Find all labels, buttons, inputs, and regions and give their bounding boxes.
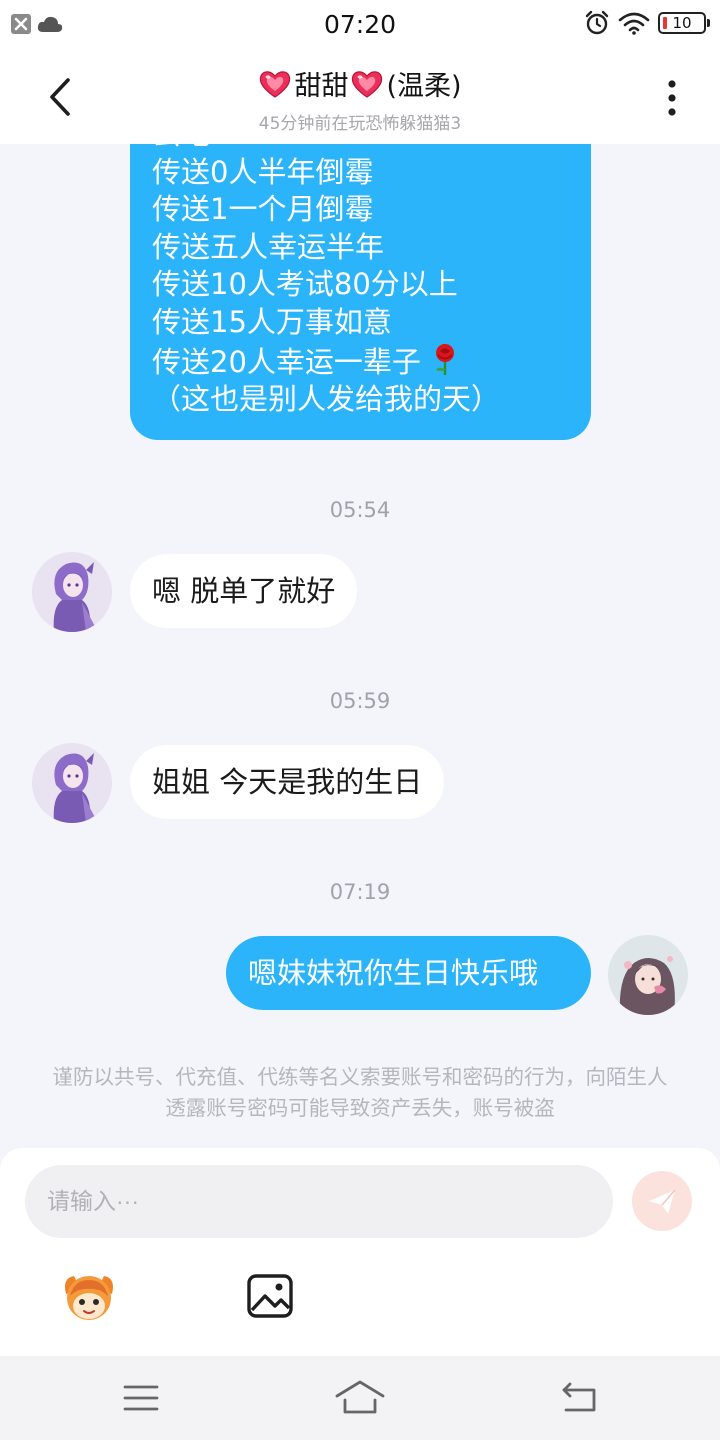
back-icon[interactable]: [554, 1376, 604, 1420]
back-button[interactable]: [40, 72, 84, 122]
security-notice: 谨防以共号、代充值、代练等名义索要账号和密码的行为，向陌生人透露账号密码可能导致…: [52, 1065, 668, 1120]
message-bubble-incoming[interactable]: 姐姐 今天是我的生日: [130, 745, 445, 819]
chat-title-suffix: (温柔): [386, 71, 462, 102]
menu-icon[interactable]: [116, 1376, 166, 1420]
battery-icon: 10: [658, 12, 710, 34]
message-text: 姐姐 今天是我的生日: [152, 765, 423, 799]
message-line: 传送20人幸运一辈子: [152, 344, 421, 379]
girl-photo-avatar-icon: [608, 935, 688, 1015]
anime-girl-avatar-icon: [32, 743, 112, 823]
home-icon[interactable]: [335, 1376, 385, 1420]
rose-emoji-icon: [436, 343, 455, 375]
heart-emoji-icon: [260, 70, 291, 98]
anime-girl-avatar-icon: [32, 552, 112, 632]
message-line: 传送五人幸运半年: [152, 229, 385, 264]
message-timestamp: 05:59: [329, 689, 391, 713]
message-bubble-outgoing[interactable]: 嗯妹妹祝你生日快乐哦: [226, 936, 591, 1010]
paper-plane-icon: [649, 1189, 676, 1214]
status-right-icons: 10: [584, 10, 710, 36]
message-text: 嗯 脱单了就好: [152, 574, 336, 608]
image-icon: [247, 1274, 293, 1318]
message-timestamp: 05:54: [329, 498, 391, 522]
image-picker-button[interactable]: [242, 1268, 300, 1326]
message-line: （这也是别人发给我的天）: [152, 382, 501, 417]
contact-avatar[interactable]: [32, 743, 112, 823]
more-options-button[interactable]: [652, 74, 692, 122]
chat-messages[interactable]: 云吧 传送0人半年倒霉 传送1一个月倒霉 传送五人幸运半年 传送10人考试80分…: [0, 144, 720, 1148]
chat-subtitle: 45分钟前在玩恐怖躲猫猫3: [258, 114, 462, 134]
system-nav-bar: [0, 1356, 720, 1440]
message-line-with-emoji: 传送20人幸运一辈子: [152, 342, 591, 382]
message-line: 传送1一个月倒霉: [152, 192, 374, 227]
message-composer: [0, 1148, 720, 1356]
game-mascot-button[interactable]: [60, 1268, 118, 1326]
contact-avatar[interactable]: [32, 552, 112, 632]
message-line: 传送10人考试80分以上: [152, 267, 458, 302]
message-line: 传送0人半年倒霉: [152, 154, 374, 189]
status-bar: 07:20 10: [0, 0, 720, 50]
chat-title-name: 甜甜: [294, 71, 349, 102]
chat-title-block[interactable]: 甜甜 (温柔) 45分钟前在玩恐怖躲猫猫3: [120, 64, 600, 134]
message-line: 传送15人万事如意: [152, 304, 392, 339]
heart-emoji-icon: [352, 70, 383, 98]
message-input[interactable]: [25, 1165, 613, 1238]
message-bubble-outgoing[interactable]: 云吧 传送0人半年倒霉 传送1一个月倒霉 传送五人幸运半年 传送10人考试80分…: [130, 144, 591, 440]
send-button[interactable]: [632, 1171, 692, 1231]
message-bubble-incoming[interactable]: 嗯 脱单了就好: [130, 554, 358, 628]
my-avatar[interactable]: [608, 935, 688, 1015]
message-line: 云吧: [152, 144, 591, 154]
chat-title: 甜甜 (温柔): [120, 64, 600, 103]
message-text: 嗯妹妹祝你生日快乐哦: [248, 956, 539, 990]
message-timestamp: 07:19: [329, 880, 391, 904]
wifi-icon: [618, 12, 650, 35]
game-mascot-icon: [65, 1276, 113, 1320]
chat-header: 甜甜 (温柔) 45分钟前在玩恐怖躲猫猫3: [0, 50, 720, 144]
battery-level: 10: [672, 14, 692, 32]
alarm-icon: [585, 10, 609, 35]
